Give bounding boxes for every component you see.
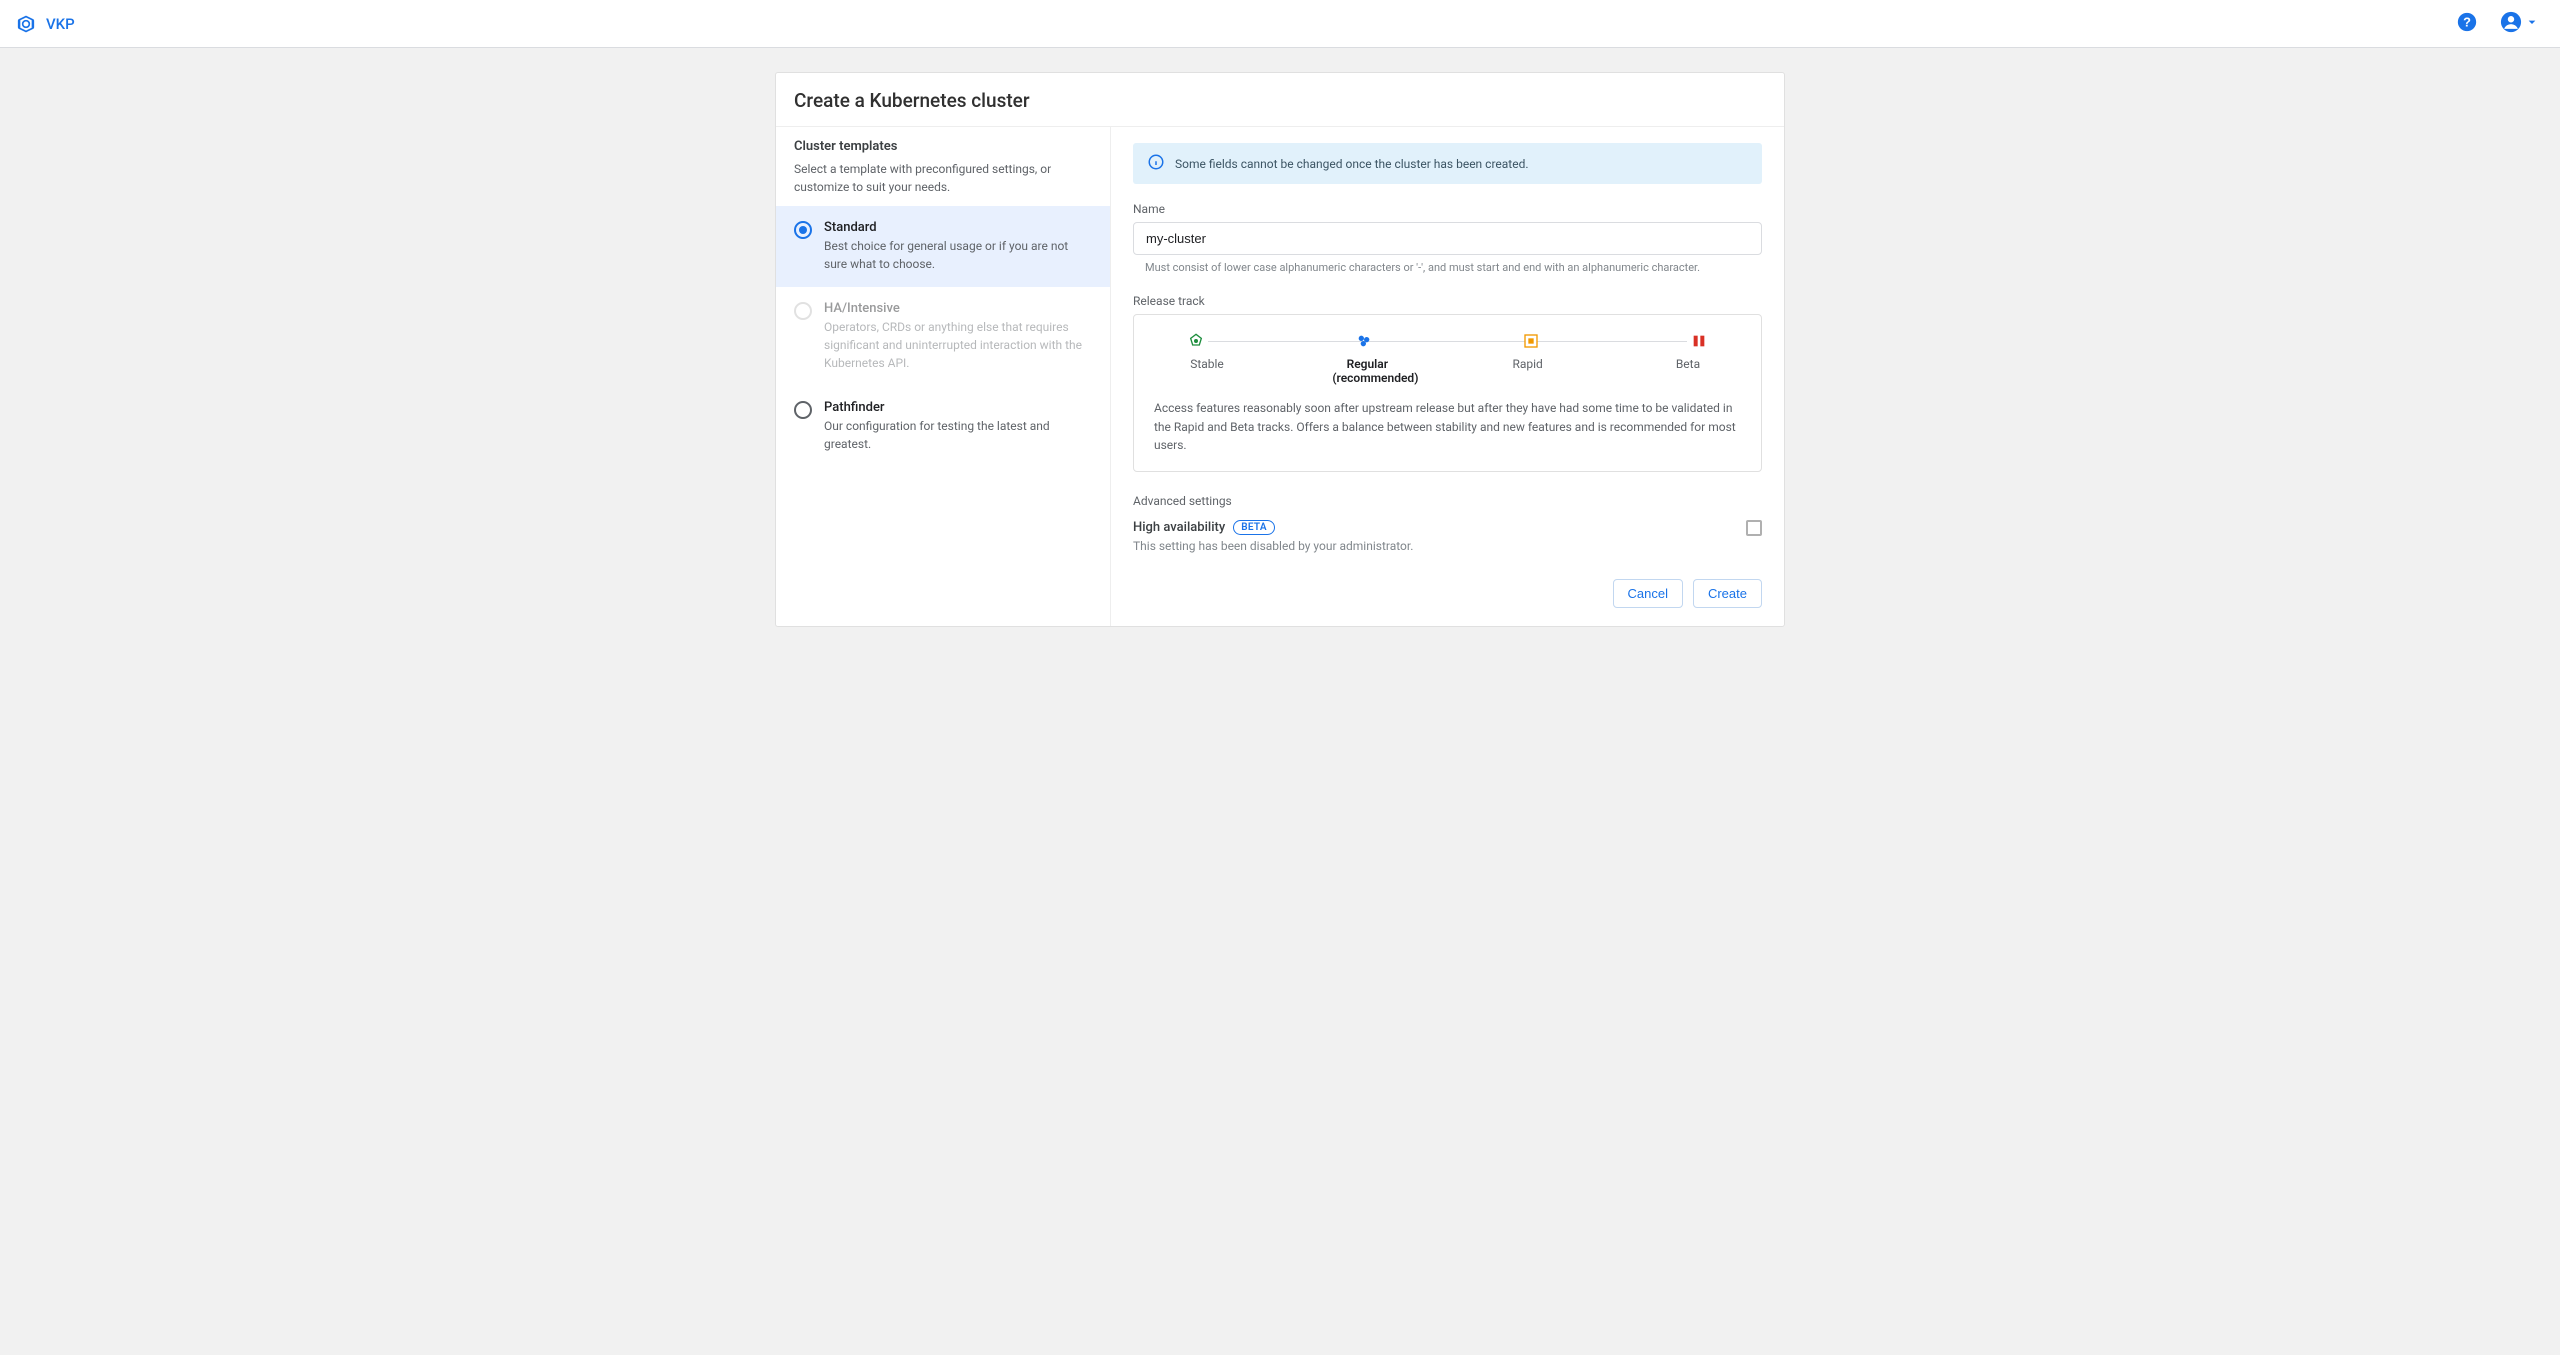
track-node-beta[interactable] [1691,333,1707,349]
topbar: VKP ? [0,0,2560,48]
info-banner: Some fields cannot be changed once the c… [1133,143,1762,184]
template-name: HA/Intensive [824,301,1092,316]
track-node-stable[interactable] [1188,333,1204,349]
chevron-down-icon [2522,14,2540,33]
templates-sidebar: Cluster templates Select a template with… [776,127,1111,626]
info-banner-text: Some fields cannot be changed once the c… [1175,157,1529,171]
high-availability-row: High availability BETA This setting has … [1133,520,1762,553]
track-label-regular: Regular (recommended) [1332,357,1402,385]
create-cluster-card: Create a Kubernetes cluster Cluster temp… [775,72,1785,627]
track-node-rapid[interactable] [1523,333,1539,349]
advanced-settings-label: Advanced settings [1133,494,1762,508]
template-desc: Best choice for general usage or if you … [824,237,1092,273]
templates-heading: Cluster templates [794,139,1092,154]
track-label-rapid: Rapid [1493,357,1563,385]
brand-name: VKP [46,15,75,33]
track-node-regular[interactable] [1356,333,1372,349]
template-name: Standard [824,220,1092,235]
ha-title: High availability [1133,520,1225,535]
info-icon [1147,153,1165,174]
ha-checkbox [1746,520,1762,536]
radio-icon [794,302,812,320]
template-desc: Our configuration for testing the latest… [824,417,1092,453]
template-desc: Operators, CRDs or anything else that re… [824,318,1092,372]
create-button[interactable]: Create [1693,579,1762,608]
svg-text:?: ? [2463,15,2471,30]
beta-chip: BETA [1233,520,1275,535]
topbar-brand[interactable]: VKP [16,14,75,34]
template-pathfinder[interactable]: Pathfinder Our configuration for testing… [776,386,1110,467]
name-helper-text: Must consist of lower case alphanumeric … [1133,261,1762,274]
cluster-name-input[interactable] [1133,222,1762,255]
template-standard[interactable]: Standard Best choice for general usage o… [776,206,1110,287]
track-line [1208,341,1687,342]
radio-icon [794,401,812,419]
account-menu-button[interactable] [2496,7,2544,40]
kubernetes-logo-icon [16,14,36,34]
name-label: Name [1133,202,1762,216]
help-button[interactable]: ? [2452,7,2482,40]
radio-icon [794,221,812,239]
release-track-selector: Stable Regular (recommended) Rapid Beta … [1133,314,1762,472]
page-title: Create a Kubernetes cluster [776,73,1784,126]
account-icon [2500,11,2522,36]
template-name: Pathfinder [824,400,1092,415]
form-main: Some fields cannot be changed once the c… [1111,127,1784,626]
release-track-label: Release track [1133,294,1762,308]
help-icon: ? [2456,11,2478,36]
track-label-stable: Stable [1172,357,1242,385]
template-ha-intensive: HA/Intensive Operators, CRDs or anything… [776,287,1110,386]
templates-subheading: Select a template with preconfigured set… [794,160,1092,196]
track-description: Access features reasonably soon after up… [1154,399,1741,455]
track-label-beta: Beta [1653,357,1723,385]
cancel-button[interactable]: Cancel [1613,579,1683,608]
ha-subtitle: This setting has been disabled by your a… [1133,539,1413,553]
